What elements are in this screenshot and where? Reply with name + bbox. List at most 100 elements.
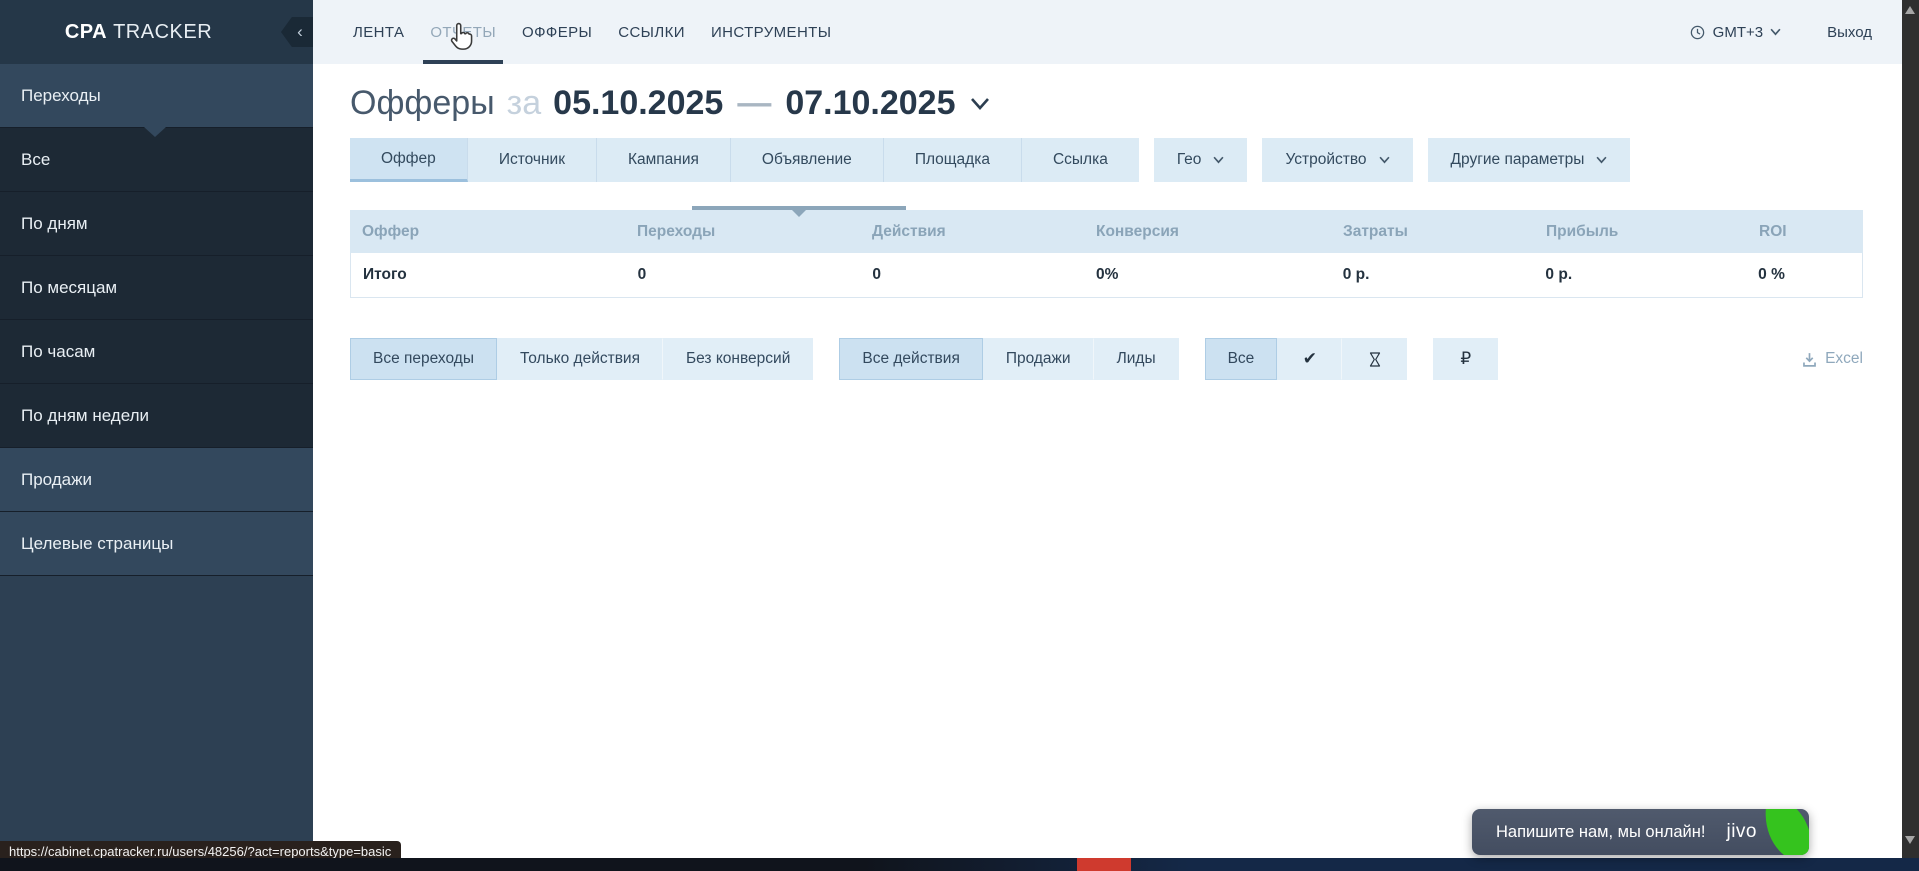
sidebar-item-label: По дням недели [21,406,149,426]
vertical-scrollbar[interactable] [1902,0,1919,858]
nav-label: ЛЕНТА [353,24,404,41]
device-dropdown[interactable]: Устройство [1262,138,1412,182]
tab-label: Кампания [628,151,699,169]
sidebar-item-po-chasam[interactable]: По часам [0,320,313,384]
scroll-up-arrow[interactable] [1905,6,1915,14]
tab-ploshchadka[interactable]: Площадка [884,138,1022,182]
totals-konversiya: 0% [1084,266,1331,284]
nav-label: ССЫЛКИ [618,24,685,41]
column-header-pribyl[interactable]: Прибыль [1534,223,1747,241]
totals-perekhody: 0 [626,266,861,284]
timezone-selector[interactable]: GMT+3 [1689,24,1781,41]
nav-label: ИНСТРУМЕНТЫ [711,24,832,41]
sidebar-item-po-dnyam[interactable]: По дням [0,192,313,256]
date-dash: — [737,84,771,123]
sidebar-item-label: По месяцам [21,278,117,298]
totals-zatraty: 0 р. [1331,266,1534,284]
filter-tolko-deystviya[interactable]: Только действия [497,338,663,380]
page-title: Офферы за 05.10.2025 — 07.10.2025 [350,84,1902,123]
report-title: Офферы [350,84,495,123]
nav-item-otchety[interactable]: ОТЧЕТЫ [423,0,503,64]
nav-item-lenta[interactable]: ЛЕНТА [346,0,411,64]
main-nav: ЛЕНТА ОТЧЕТЫ ОФФЕРЫ ССЫЛКИ ИНСТРУМЕНТЫ [340,0,844,64]
hourglass-icon [1366,350,1384,369]
tab-istochnik[interactable]: Источник [468,138,597,182]
check-icon: ✔ [1303,349,1317,369]
column-header-zatraty[interactable]: Затраты [1331,223,1534,241]
tab-label: Ссылка [1053,151,1108,169]
download-icon [1801,351,1818,368]
logout-link[interactable]: Выход [1827,24,1872,41]
sorted-column-indicator [692,206,906,210]
chevron-down-icon [1379,156,1390,164]
filter-vse-deystviya[interactable]: Все действия [839,338,982,380]
table-header-row: Оффер Переходы Действия Конверсия Затрат… [350,210,1863,253]
filter-status-pending[interactable] [1342,338,1407,380]
filter-vse-perekhody[interactable]: Все переходы [350,338,497,380]
filters-row: Все переходы Только действия Без конверс… [350,338,1863,380]
sidebar-item-celevye-stranicy[interactable]: Целевые страницы [0,512,313,576]
column-header-roi[interactable]: ROI [1747,223,1863,241]
column-header-konversiya[interactable]: Конверсия [1084,223,1331,241]
sidebar-item-vse[interactable]: Все [0,128,313,192]
logo-text-bold: CPA [65,21,107,44]
tab-ssylka[interactable]: Ссылка [1022,138,1139,182]
url-text: https://cabinet.cpatracker.ru/users/4825… [9,844,391,859]
nav-item-instrumenty[interactable]: ИНСТРУМЕНТЫ [704,0,839,64]
filter-status-approved[interactable]: ✔ [1277,338,1342,380]
title-preposition: за [507,84,542,123]
chevron-down-icon [970,97,990,111]
sidebar-item-perekhody[interactable]: Переходы [0,64,313,128]
date-to[interactable]: 07.10.2025 [785,84,955,123]
report-table: Оффер Переходы Действия Конверсия Затрат… [350,210,1863,298]
sidebar-item-po-dnyam-nedeli[interactable]: По дням недели [0,384,313,448]
grouping-tab-group: Оффер Источник Кампания Объявление Площа… [350,138,1139,182]
export-excel-button[interactable]: Excel [1801,350,1863,368]
scroll-down-arrow[interactable] [1905,836,1915,844]
chat-message: Напишите нам, мы онлайн! [1496,823,1705,842]
jivo-logo: jivo [1726,821,1757,843]
filter-status-paid[interactable]: ₽ [1433,338,1498,380]
nav-label: ОТЧЕТЫ [430,24,496,41]
payout-filter-group: ₽ [1433,338,1498,380]
date-from[interactable]: 05.10.2025 [553,84,723,123]
dropdown-label: Другие параметры [1451,151,1585,169]
column-header-perekhody[interactable]: Переходы [625,223,860,241]
sidebar-item-po-mesyacam[interactable]: По месяцам [0,256,313,320]
tab-offer[interactable]: Оффер [350,138,468,182]
bottom-taskbar-strip [0,858,1919,871]
filter-lidy[interactable]: Лиды [1094,338,1179,380]
tab-label: Источник [499,151,565,169]
column-header-deystviya[interactable]: Действия [860,223,1084,241]
chevron-left-icon: ‹ [297,22,303,42]
clock-icon [1689,24,1706,41]
sidebar-item-label: По часам [21,342,95,362]
nav-item-ssylki[interactable]: ССЫЛКИ [611,0,692,64]
filter-status-vse[interactable]: Все [1205,338,1278,380]
tab-label: Оффер [381,150,436,168]
action-filter-group: Все действия Продажи Лиды [839,338,1178,380]
export-label: Excel [1825,350,1863,368]
tab-label: Объявление [762,151,852,169]
chevron-down-icon [1770,28,1781,36]
tab-label: Площадка [915,151,990,169]
report-page: Офферы за 05.10.2025 — 07.10.2025 Оффер … [313,64,1902,858]
filter-bez-konversiy[interactable]: Без конверсий [663,338,813,380]
chat-widget[interactable]: Напишите нам, мы онлайн! jivo [1472,809,1809,855]
nav-item-offery[interactable]: ОФФЕРЫ [515,0,599,64]
other-params-dropdown[interactable]: Другие параметры [1428,138,1631,182]
filter-prodazhi[interactable]: Продажи [983,338,1094,380]
dropdown-label: Гео [1177,151,1202,169]
sidebar-item-prodazhi[interactable]: Продажи [0,448,313,512]
column-header-offer[interactable]: Оффер [350,223,625,241]
totals-pribyl: 0 р. [1533,266,1746,284]
date-range-dropdown[interactable] [970,97,990,111]
jivo-leaf-icon [1759,809,1809,855]
nav-label: ОФФЕРЫ [522,24,592,41]
tab-kampaniya[interactable]: Кампания [597,138,731,182]
app-logo: CPA TRACKER [0,0,313,64]
tab-obyavlenie[interactable]: Объявление [731,138,884,182]
geo-dropdown[interactable]: Гео [1154,138,1248,182]
chevron-down-icon [1213,156,1224,164]
timezone-label: GMT+3 [1713,24,1763,41]
